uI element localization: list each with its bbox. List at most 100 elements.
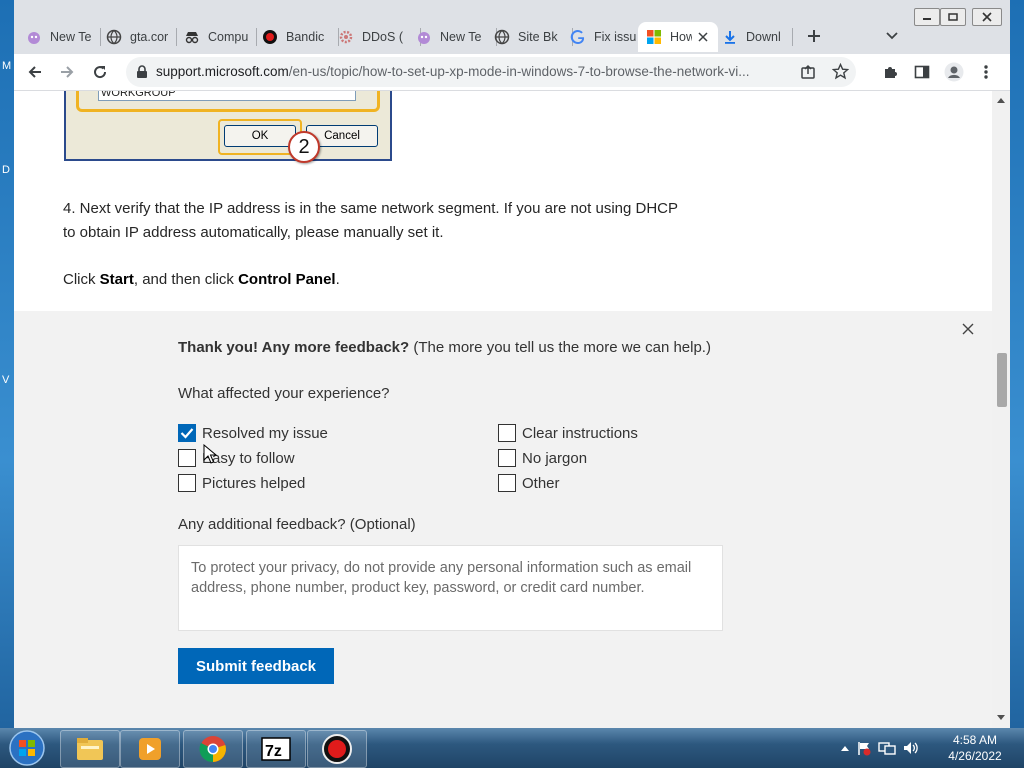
taskbar-7zip[interactable]: 7z — [246, 730, 306, 768]
reload-button[interactable] — [88, 60, 112, 84]
browser-toolbar: support.microsoft.com/en-us/topic/how-to… — [14, 54, 1010, 91]
action-center-flag-icon[interactable] — [856, 740, 872, 756]
checkbox-unchecked[interactable] — [498, 474, 516, 492]
checkbox-other[interactable]: Other — [498, 474, 560, 492]
checkbox-pictures-helped[interactable]: Pictures helped — [178, 474, 305, 492]
chrome-window: New Te gta.cor Compu Bandic DDoS ( New T… — [14, 0, 1010, 728]
clock-date: 4/26/2022 — [948, 749, 1002, 763]
show-hidden-icons-icon[interactable] — [840, 744, 850, 752]
feedback-close-button[interactable] — [960, 321, 976, 337]
checkbox-unchecked[interactable] — [498, 424, 516, 442]
profile-button[interactable] — [942, 60, 966, 84]
chrome-menu-button[interactable] — [974, 60, 998, 84]
checkbox-unchecked[interactable] — [178, 449, 196, 467]
tab-fix-issue[interactable]: Fix issu — [570, 22, 642, 52]
taskbar-clock[interactable]: 4:58 AM 4/26/2022 — [940, 732, 1010, 764]
submit-feedback-button[interactable]: Submit feedback — [178, 648, 334, 684]
start-button[interactable] — [2, 728, 52, 768]
record-icon — [322, 734, 352, 764]
feedback-thanks: Thank you! Any more feedback? (The more … — [178, 339, 711, 356]
minimize-icon — [923, 18, 931, 20]
google-icon — [570, 29, 586, 45]
scrollbar-thumb[interactable] — [997, 353, 1007, 407]
url-host: support.microsoft.com — [156, 64, 289, 79]
globe-icon — [106, 29, 122, 45]
url-text: support.microsoft.com/en-us/topic/how-to… — [156, 64, 749, 79]
taskbar-media-player[interactable] — [120, 730, 180, 768]
devil-face-icon — [26, 29, 42, 45]
checkbox-label: Other — [522, 474, 560, 492]
taskbar-explorer[interactable] — [60, 730, 120, 768]
checkbox-resolved-my-issue[interactable]: Resolved my issue — [178, 424, 328, 442]
thanks-bold: Thank you! Any more feedback? — [178, 339, 410, 356]
arrow-right-icon — [61, 66, 74, 78]
tab-separator — [176, 28, 177, 46]
back-button[interactable] — [23, 60, 47, 84]
chevron-down-icon — [886, 32, 898, 40]
record-icon — [262, 29, 278, 45]
taskbar-bandicam[interactable] — [307, 730, 367, 768]
star-icon[interactable] — [831, 62, 850, 83]
url-path: /en-us/topic/how-to-set-up-xp-mode-in-wi… — [288, 64, 750, 79]
tab-search-button[interactable] — [880, 24, 904, 48]
side-panel-icon — [914, 65, 930, 79]
tab-separator — [256, 28, 257, 46]
tab-bandicam[interactable]: Bandic — [262, 22, 336, 52]
start-emphasis: Start — [99, 271, 134, 288]
workgroup-field-image: WORKGROUP — [98, 91, 356, 101]
checkbox-unchecked[interactable] — [178, 474, 196, 492]
puzzle-icon — [885, 67, 897, 78]
checkbox-checked[interactable] — [178, 424, 196, 442]
new-tab-button[interactable] — [802, 24, 826, 48]
step4-paragraph: 4. Next verify that the IP address is in… — [63, 197, 743, 245]
tab-title: gta.cor — [130, 30, 169, 44]
tab-close-icon[interactable] — [698, 32, 708, 42]
desktop-edge-text: D — [2, 164, 10, 176]
tab-computer[interactable]: Compu — [184, 22, 256, 52]
network-icon[interactable] — [878, 740, 896, 756]
tab-gta[interactable]: gta.cor — [106, 22, 172, 52]
side-panel-button[interactable] — [910, 60, 934, 84]
svg-text:7z: 7z — [265, 743, 282, 760]
scroll-up-icon — [997, 98, 1005, 103]
checkbox-label: Clear instructions — [522, 424, 638, 442]
tab-title: DDoS ( — [362, 30, 403, 44]
desktop-edge-text: M — [2, 60, 12, 72]
plus-icon — [808, 30, 820, 42]
tab-site-blocked[interactable]: Site Bk — [494, 22, 566, 52]
tab-title: Site Bk — [518, 30, 558, 44]
extensions-button[interactable] — [878, 60, 902, 84]
text-segment: , and then click — [133, 271, 239, 288]
click-start-paragraph: Click Start, and then click Control Pane… — [63, 268, 743, 292]
additional-feedback-label: Any additional feedback? (Optional) — [178, 516, 416, 533]
maximize-button[interactable] — [940, 8, 966, 26]
folder-icon — [77, 738, 103, 760]
share-icon[interactable] — [800, 64, 816, 83]
windows-taskbar: 7z 4:58 AM 4/26/2022 — [0, 728, 1024, 768]
tab-separator — [100, 28, 101, 46]
tab-download[interactable]: Downl — [722, 22, 794, 52]
kebab-menu-icon — [984, 65, 988, 79]
taskbar-chrome[interactable] — [183, 730, 243, 768]
feedback-textarea[interactable]: To protect your privacy, do not provide … — [178, 545, 723, 631]
page-scrollbar[interactable] — [992, 91, 1010, 728]
close-window-button[interactable] — [972, 8, 1002, 26]
checkbox-clear-instructions[interactable]: Clear instructions — [498, 424, 638, 442]
spy-icon — [184, 29, 200, 45]
feedback-panel: Thank you! Any more feedback? (The more … — [14, 311, 992, 728]
checkbox-no-jargon[interactable]: No jargon — [498, 449, 587, 467]
experience-question: What affected your experience? — [178, 385, 390, 402]
avatar-icon — [944, 62, 964, 82]
tab-new-tab-1[interactable]: New Te — [26, 22, 96, 52]
checkbox-unchecked[interactable] — [498, 449, 516, 467]
lock-icon[interactable] — [136, 65, 148, 82]
tab-how-to-active[interactable]: How — [638, 22, 718, 52]
checkbox-easy-to-follow[interactable]: Easy to follow — [178, 449, 295, 467]
forward-button[interactable] — [55, 60, 79, 84]
tab-ddos[interactable]: DDoS ( — [338, 22, 414, 52]
address-bar[interactable]: support.microsoft.com/en-us/topic/how-to… — [126, 57, 856, 87]
volume-icon[interactable] — [902, 740, 920, 756]
minimize-button[interactable] — [914, 8, 940, 26]
tab-new-tab-2[interactable]: New Te — [416, 22, 488, 52]
web-page-content: WORKGROUP OK Cancel 2 4. Next verify tha… — [14, 91, 992, 728]
